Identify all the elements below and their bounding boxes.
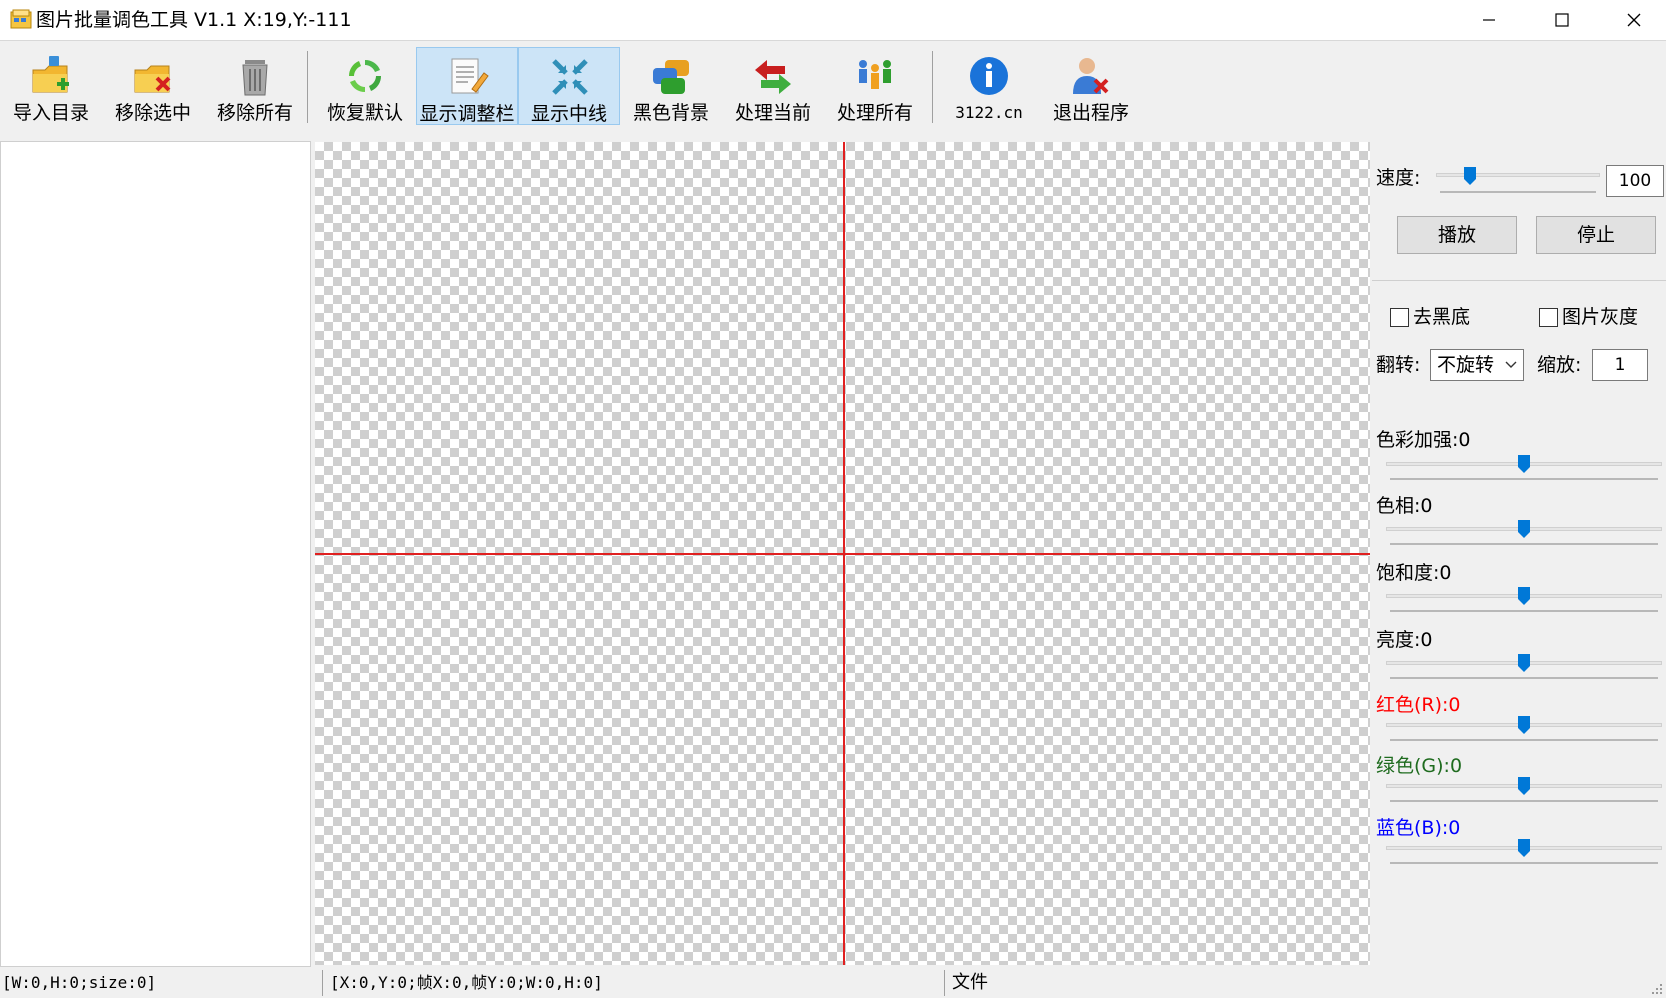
title-bar: 图片批量调色工具 V1.1 X:19,Y:-111 (0, 0, 1666, 41)
brightness-slider-thumb[interactable] (1518, 654, 1530, 672)
color-enhance-label: 色彩加强:0 (1376, 429, 1471, 451)
red-channel-slider-thumb[interactable] (1518, 716, 1530, 734)
blue-channel-slider-ticks (1390, 862, 1658, 864)
maximize-button[interactable] (1526, 0, 1598, 40)
layers-icon (653, 60, 689, 94)
blue-channel-label: 蓝色(B):0 (1376, 817, 1461, 839)
preview-canvas[interactable] (315, 142, 1370, 965)
brightness-label: 亮度:0 (1376, 629, 1433, 651)
hue-label: 色相:0 (1376, 495, 1433, 517)
speed-slider-ticks (1440, 191, 1596, 193)
horizontal-center-line (315, 553, 1370, 555)
toolbar-label: 导入目录 (12, 102, 89, 124)
chevron-down-icon (1505, 361, 1517, 368)
close-icon (1627, 13, 1641, 27)
process-all-button[interactable]: 处理所有 (824, 47, 926, 125)
flip-select-value: 不旋转 (1437, 354, 1495, 376)
window-title: 图片批量调色工具 V1.1 X:19,Y:-111 (36, 9, 352, 31)
toolbar-label: 处理所有 (836, 102, 913, 124)
color-enhance-slider-thumb[interactable] (1518, 455, 1530, 473)
maximize-icon (1555, 13, 1569, 27)
resize-grip-icon[interactable] (1650, 982, 1664, 996)
brightness-slider-ticks (1390, 677, 1658, 679)
minimize-icon (1483, 19, 1495, 21)
edit-document-icon (451, 58, 489, 94)
color-enhance-slider-ticks (1390, 478, 1658, 480)
saturation-slider-thumb[interactable] (1518, 587, 1530, 605)
saturation-label: 饱和度:0 (1376, 562, 1452, 584)
stop-button[interactable]: 停止 (1536, 216, 1656, 254)
refresh-icon (348, 59, 382, 93)
black-background-button[interactable]: 黑色背景 (620, 47, 722, 125)
flip-label: 翻转: (1376, 354, 1421, 376)
people-icon (859, 60, 891, 89)
status-separator (322, 970, 323, 996)
file-list[interactable] (0, 141, 311, 967)
toolbar-label: 移除选中 (114, 102, 191, 124)
grayscale-label: 图片灰度 (1562, 306, 1639, 328)
exit-button[interactable]: 退出程序 (1040, 47, 1142, 125)
folder-add-icon (32, 56, 69, 93)
toolbar-label: 恢复默认 (326, 102, 403, 124)
restore-default-button[interactable]: 恢复默认 (314, 47, 416, 125)
play-button[interactable]: 播放 (1397, 216, 1517, 254)
green-channel-label: 绿色(G):0 (1376, 755, 1463, 777)
status-frame-info: [X:0,Y:0;帧X:0,帧Y:0;W:0,H:0] (330, 973, 603, 992)
status-separator (944, 970, 945, 996)
website-button[interactable]: 3122.cn (938, 47, 1040, 125)
user-exit-icon (1073, 58, 1109, 94)
saturation-slider-ticks (1390, 610, 1658, 612)
toolbar-label: 显示中线 (530, 103, 607, 125)
speed-label: 速度: (1376, 167, 1421, 189)
toolbar-separator (932, 51, 933, 123)
remove-all-button[interactable]: 移除所有 (204, 47, 306, 125)
adjust-panel: 速度: 100 播放 停止 去黑底 图片灰度 翻转: 不旋转 缩放: 1 色彩加… (1372, 141, 1666, 967)
hue-slider-thumb[interactable] (1518, 520, 1530, 538)
grayscale-checkbox[interactable] (1539, 308, 1558, 327)
toolbar-label: 3122.cn (955, 103, 1023, 122)
red-channel-slider-ticks (1390, 739, 1658, 741)
green-channel-slider-ticks (1390, 800, 1658, 802)
import-folder-button[interactable]: 导入目录 (0, 47, 102, 125)
minimize-button[interactable] (1453, 0, 1525, 40)
status-bar: [W:0,H:0;size:0] [X:0,Y:0;帧X:0,帧Y:0;W:0,… (0, 968, 1666, 998)
status-image-info: [W:0,H:0;size:0] (2, 973, 157, 992)
toolbar-label: 显示调整栏 (419, 103, 515, 125)
info-icon (970, 57, 1008, 95)
blue-channel-slider-thumb[interactable] (1518, 839, 1530, 857)
toolbar: 导入目录 移除选中 移除所有 恢复默认 显示调整栏 显示中线 黑色背景 处理当前… (0, 41, 1666, 127)
speed-slider-thumb[interactable] (1464, 167, 1477, 185)
status-file: 文件 (952, 972, 988, 993)
speed-slider-track[interactable] (1436, 173, 1600, 177)
swap-arrows-icon (755, 60, 791, 94)
red-channel-label: 红色(R):0 (1376, 694, 1461, 716)
remove-black-label: 去黑底 (1413, 306, 1471, 328)
toolbar-label: 退出程序 (1052, 102, 1129, 124)
speed-value-field[interactable]: 100 (1606, 165, 1664, 197)
flip-select[interactable]: 不旋转 (1430, 349, 1524, 381)
folder-remove-icon (134, 65, 171, 93)
close-button[interactable] (1598, 0, 1666, 40)
scale-field[interactable]: 1 (1592, 349, 1648, 381)
process-current-button[interactable]: 处理当前 (722, 47, 824, 125)
green-channel-slider-thumb[interactable] (1518, 777, 1530, 795)
toolbar-separator (307, 51, 308, 123)
show-center-line-button[interactable]: 显示中线 (518, 47, 620, 125)
center-arrows-icon (552, 59, 588, 95)
show-adjust-panel-button[interactable]: 显示调整栏 (416, 47, 518, 125)
toolbar-label: 处理当前 (734, 102, 811, 124)
remove-black-checkbox[interactable] (1390, 308, 1409, 327)
toolbar-label: 移除所有 (216, 102, 293, 124)
hue-slider-ticks (1390, 543, 1658, 545)
app-icon (10, 9, 32, 29)
panel-divider (1372, 280, 1666, 281)
remove-selected-button[interactable]: 移除选中 (102, 47, 204, 125)
scale-label: 缩放: (1537, 354, 1582, 376)
trash-icon (242, 60, 268, 96)
toolbar-label: 黑色背景 (632, 102, 709, 124)
